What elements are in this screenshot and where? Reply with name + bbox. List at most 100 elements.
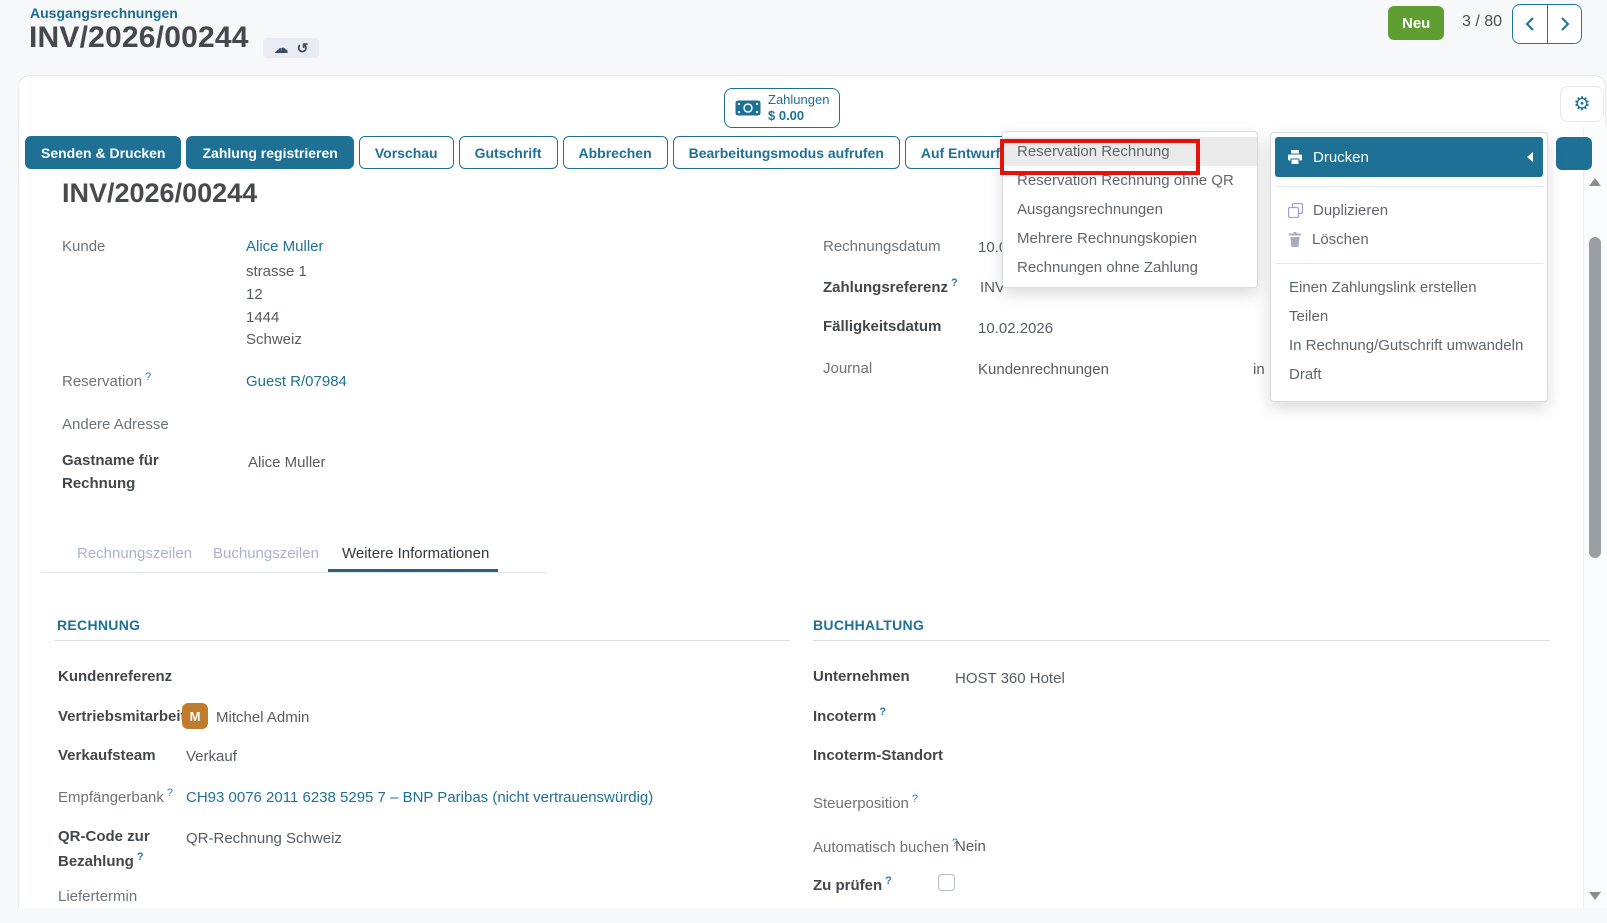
field-value-faelligkeitsdatum: 10.02.2026 (978, 320, 1053, 337)
field-value-vertriebsmitarbeiter: Mitchel Admin (216, 709, 309, 726)
field-label-andere-adresse: Andere Adresse (62, 416, 169, 433)
field-value-kunde-link[interactable]: Alice Muller (246, 238, 324, 255)
breadcrumb[interactable]: Ausgangsrechnungen (30, 5, 178, 21)
menu-item-mehrere-rechnungskopien[interactable]: Mehrere Rechnungskopien (1003, 224, 1257, 253)
field-label-incoterm: Incoterm? (813, 706, 886, 725)
help-icon[interactable]: ? (879, 706, 886, 718)
gear-icon: ⚙ (1573, 95, 1590, 114)
field-label-gastname: Gastname für (62, 452, 159, 469)
scroll-up-arrow[interactable] (1589, 178, 1601, 186)
chevron-right-icon (1559, 16, 1571, 32)
action-toolbar: Senden & Drucken Zahlung registrieren Vo… (25, 136, 1055, 169)
field-label-rechnungsdatum: Rechnungsdatum (823, 238, 941, 255)
field-value-verkaufsteam: Verkauf (186, 748, 237, 765)
section-title-buchhaltung: BUCHHALTUNG (813, 617, 924, 633)
menu-item-rechnungen-ohne-zahlung[interactable]: Rechnungen ohne Zahlung (1003, 253, 1257, 282)
field-label-qr-code-line2: Bezahlung? (58, 851, 144, 870)
menu-item-loeschen[interactable]: Löschen (1275, 225, 1543, 254)
cancel-button[interactable]: Abbrechen (563, 136, 668, 169)
help-icon[interactable]: ? (951, 277, 958, 289)
scroll-down-arrow[interactable] (1589, 892, 1601, 900)
field-value-qr-code: QR-Rechnung Schweiz (186, 830, 342, 847)
field-label-kunde: Kunde (62, 238, 105, 255)
address-line: 12 (246, 286, 263, 303)
field-label-automatisch-buchen: Automatisch buchen? (813, 837, 958, 856)
field-label-liefertermin: Liefertermin (58, 888, 137, 905)
send-print-button[interactable]: Senden & Drucken (25, 136, 181, 169)
address-line: 1444 (246, 309, 279, 326)
field-value-gastname: Alice Muller (248, 454, 326, 471)
menu-item-drucken[interactable]: Drucken (1275, 137, 1543, 177)
help-icon[interactable]: ? (137, 851, 144, 863)
field-label-qr-code: QR-Code zur (58, 828, 150, 845)
field-label-steuerposition: Steuerposition? (813, 793, 918, 812)
credit-note-button[interactable]: Gutschrift (459, 136, 558, 169)
menu-divider (1275, 186, 1543, 187)
field-value-journal: Kundenrechnungen (978, 361, 1109, 378)
menu-item-teilen[interactable]: Teilen (1275, 302, 1543, 331)
next-record-button[interactable] (1547, 5, 1581, 43)
menu-item-zahlungslink[interactable]: Einen Zahlungslink erstellen (1275, 273, 1543, 302)
field-label-zu-pruefen: Zu prüfen? (813, 875, 892, 894)
duplicate-icon (1288, 203, 1303, 218)
help-icon[interactable]: ? (885, 875, 892, 887)
field-label-faelligkeitsdatum: Fälligkeitsdatum (823, 318, 941, 335)
tab-rechnungszeilen[interactable]: Rechnungszeilen (77, 545, 192, 562)
prev-record-button[interactable] (1513, 5, 1547, 43)
avatar: M (182, 703, 208, 729)
record-pager: 3 / 80 (1452, 13, 1512, 31)
payments-stat-button[interactable]: Zahlungen $ 0.00 (724, 88, 840, 128)
record-status-icons: ☁↑ ↺ (263, 38, 319, 58)
pager-nav (1512, 4, 1582, 44)
banknote-icon (735, 100, 761, 116)
new-button[interactable]: Neu (1388, 6, 1444, 40)
field-value-automatisch-buchen: Nein (955, 838, 986, 855)
action-dropdown-menu: Drucken Duplizieren Löschen Einen Zahlun… (1270, 132, 1548, 402)
menu-item-ausgangsrechnungen[interactable]: Ausgangsrechnungen (1003, 195, 1257, 224)
tab-bar-border (41, 572, 547, 573)
menu-item-reservation-rechnung-ohne-qr[interactable]: Reservation Rechnung ohne QR (1003, 166, 1257, 195)
printer-icon (1287, 150, 1303, 165)
document-name: INV/2026/00244 (62, 178, 257, 209)
scrollbar-thumb[interactable] (1589, 237, 1601, 558)
field-label-journal: Journal (823, 360, 872, 377)
page-title: INV/2026/00244 (29, 21, 249, 55)
address-line: strasse 1 (246, 263, 307, 280)
help-icon[interactable]: ? (167, 787, 173, 799)
section-divider (55, 640, 790, 641)
field-label-reservation: Reservation? (62, 371, 151, 390)
field-label-verkaufsteam: Verkaufsteam (58, 747, 156, 764)
field-value-empfaengerbank-link[interactable]: CH93 0076 2011 6238 5295 7 – BNP Paribas… (186, 789, 653, 806)
menu-item-duplizieren[interactable]: Duplizieren (1275, 196, 1543, 225)
help-icon[interactable]: ? (145, 371, 151, 383)
active-tab-underline (328, 569, 498, 572)
cloud-save-icon[interactable]: ☁↑ (274, 41, 289, 56)
field-label-kundenreferenz: Kundenreferenz (58, 668, 172, 685)
edit-mode-button[interactable]: Bearbeitungsmodus aufrufen (673, 136, 900, 169)
field-value-reservation-link[interactable]: Guest R/07984 (246, 373, 347, 390)
undo-icon[interactable]: ↺ (297, 41, 309, 55)
payments-label: Zahlungen (768, 92, 829, 108)
print-dropdown-menu: Reservation Rechnung Reservation Rechnun… (1002, 131, 1258, 288)
menu-item-reservation-rechnung[interactable]: Reservation Rechnung (1003, 137, 1257, 166)
menu-item-umwandeln[interactable]: In Rechnung/Gutschrift umwandeln (1275, 331, 1543, 360)
help-icon[interactable]: ? (912, 793, 918, 805)
payments-amount: $ 0.00 (768, 108, 804, 124)
chevron-left-icon (1524, 16, 1536, 32)
settings-button[interactable]: ⚙ (1560, 86, 1604, 122)
menu-item-draft[interactable]: Draft (1275, 360, 1543, 389)
register-payment-button[interactable]: Zahlung registrieren (186, 136, 353, 169)
field-label-incoterm-standort: Incoterm-Standort (813, 747, 943, 764)
field-label-zahlungsreferenz: Zahlungsreferenz? (823, 277, 958, 296)
tab-buchungszeilen[interactable]: Buchungszeilen (213, 545, 319, 562)
preview-button[interactable]: Vorschau (359, 136, 454, 169)
field-label-unternehmen: Unternehmen (813, 668, 910, 685)
field-label-empfaengerbank: Empfängerbank? (58, 787, 173, 806)
trash-icon (1288, 232, 1302, 247)
tab-weitere-informationen[interactable]: Weitere Informationen (342, 545, 489, 562)
field-value-journal-suffix: in (1253, 361, 1265, 378)
more-actions-button-partial[interactable] (1556, 137, 1592, 170)
address-line: Schweiz (246, 331, 302, 348)
zu-pruefen-checkbox[interactable] (938, 874, 955, 891)
section-divider (813, 640, 1550, 641)
